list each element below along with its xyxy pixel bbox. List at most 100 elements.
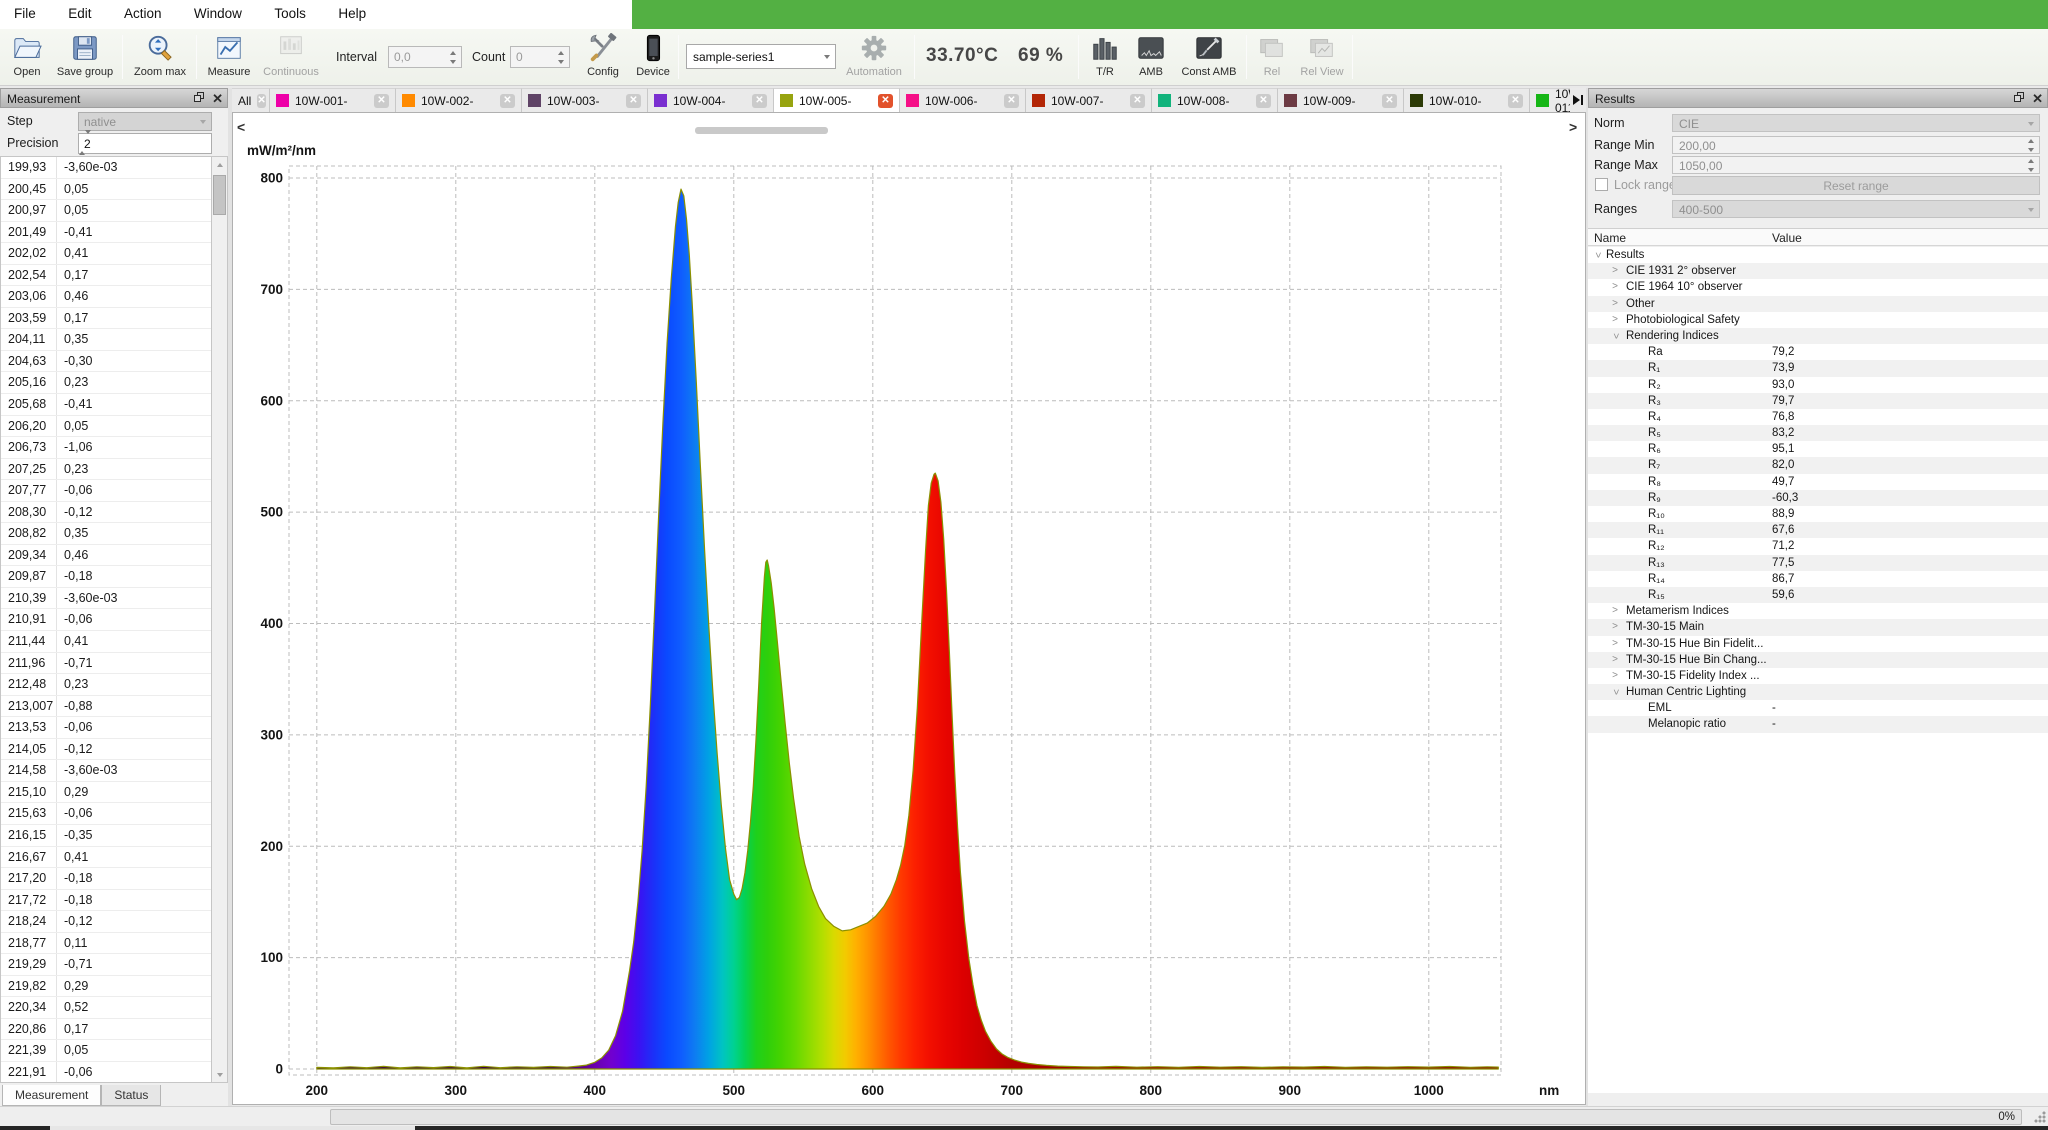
chevron-collapsed-icon[interactable]: > [1610,263,1620,279]
tab-10w-009[interactable]: 10W-009-✕ [1278,88,1404,112]
tab-close-icon[interactable]: ✕ [257,94,265,108]
scroll-down-icon[interactable] [212,1067,227,1082]
table-row[interactable]: 221,390,05 [1,1040,211,1062]
table-row[interactable]: 220,340,52 [1,997,211,1019]
table-row[interactable]: 214,05-0,12 [1,739,211,761]
chart-scrollbar-thumb[interactable] [695,127,828,134]
measure-button[interactable]: Measure [202,32,256,78]
table-row[interactable]: 217,72-0,18 [1,890,211,912]
tree-row[interactable]: R₁₀88,9 [1588,506,2048,522]
chart-scroll-left-icon[interactable]: < [237,119,251,137]
chevron-collapsed-icon[interactable]: > [1610,603,1620,619]
chevron-collapsed-icon[interactable]: > [1610,619,1620,635]
tr-mode-button[interactable]: T/R [1084,32,1126,78]
table-row[interactable]: 205,68-0,41 [1,394,211,416]
menu-help[interactable]: Help [324,0,380,21]
interval-input[interactable]: 0,0 [388,46,462,68]
range-max-spinner[interactable] [2025,157,2037,174]
count-spinner[interactable] [555,49,567,66]
open-button[interactable]: Open [4,32,50,78]
chevron-collapsed-icon[interactable]: > [1610,636,1620,652]
chevron-collapsed-icon[interactable]: > [1610,312,1620,328]
tab-measurement[interactable]: Measurement [2,1085,101,1106]
tree-row[interactable]: >CIE 1931 2° observer [1588,263,2048,279]
table-row[interactable]: 219,29-0,71 [1,954,211,976]
float-panel-icon[interactable] [194,92,205,106]
value-column-header[interactable]: Value [1772,231,1802,245]
tree-row[interactable]: R₄76,8 [1588,409,2048,425]
range-min-input[interactable]: 200,00 [1672,136,2040,154]
interval-spinner[interactable] [447,49,459,66]
config-button[interactable]: Config [578,32,628,78]
tab-overflow-arrow-icon[interactable] [1570,88,1586,112]
tab-close-icon[interactable]: ✕ [626,94,641,108]
tab-10w-010[interactable]: 10W-010-✕ [1404,88,1530,112]
tree-row[interactable]: R₁₄86,7 [1588,571,2048,587]
tab-close-icon[interactable]: ✕ [878,94,893,108]
tab-10w-001[interactable]: 10W-001-✕ [270,88,396,112]
menu-tools[interactable]: Tools [260,0,320,21]
table-row[interactable]: 215,100,29 [1,782,211,804]
tab-close-icon[interactable]: ✕ [1382,94,1397,108]
table-row[interactable]: 207,250,23 [1,459,211,481]
series-select[interactable]: sample-series1 [686,44,836,69]
tree-row[interactable]: >CIE 1964 10° observer [1588,279,2048,295]
scroll-up-icon[interactable] [212,157,227,172]
tree-row[interactable]: R₂93,0 [1588,377,2048,393]
table-row[interactable]: 199,93-3,60e-03 [1,157,211,179]
amb-button[interactable]: AMB [1128,32,1174,78]
table-row[interactable]: 206,200,05 [1,416,211,438]
tab-10w-002[interactable]: 10W-002-✕ [396,88,522,112]
table-row[interactable]: 211,440,41 [1,631,211,653]
tree-row[interactable]: R₁73,9 [1588,360,2048,376]
tab-10w-007[interactable]: 10W-007-✕ [1026,88,1152,112]
tab-10w-004[interactable]: 10W-004-✕ [648,88,774,112]
table-row[interactable]: 208,30-0,12 [1,502,211,524]
chevron-expanded-icon[interactable]: > [1589,250,1605,260]
tab-close-icon[interactable]: ✕ [1256,94,1271,108]
tree-row[interactable]: >TM-30-15 Hue Bin Chang... [1588,652,2048,668]
spd-plot[interactable]: 0100200300400500600700800200300400500600… [233,113,1585,1104]
table-row[interactable]: 218,24-0,12 [1,911,211,933]
table-row[interactable]: 209,340,46 [1,545,211,567]
tree-row[interactable]: >Other [1588,296,2048,312]
tree-row[interactable]: >Metamerism Indices [1588,603,2048,619]
tree-row[interactable]: R₃79,7 [1588,393,2048,409]
chevron-expanded-icon[interactable]: > [1607,331,1623,341]
table-row[interactable]: 205,160,23 [1,372,211,394]
tree-row[interactable]: R₉-60,3 [1588,490,2048,506]
menu-action[interactable]: Action [110,0,176,21]
table-row[interactable]: 202,020,41 [1,243,211,265]
tree-row[interactable]: >TM-30-15 Main [1588,619,2048,635]
tree-row[interactable]: R₇82,0 [1588,457,2048,473]
close-panel-icon[interactable]: ✕ [212,93,223,105]
table-row[interactable]: 202,540,17 [1,265,211,287]
zoom-max-button[interactable]: Zoom max [128,32,192,78]
table-row[interactable]: 200,970,05 [1,200,211,222]
tab-close-icon[interactable]: ✕ [374,94,389,108]
tree-row[interactable]: >TM-30-15 Fidelity Index ... [1588,668,2048,684]
table-row[interactable]: 203,590,17 [1,308,211,330]
tab-10w-005[interactable]: 10W-005-✕ [774,88,900,112]
tree-row[interactable]: R₁₃77,5 [1588,555,2048,571]
chart-scroll-right-icon[interactable]: > [1569,119,1583,137]
table-row[interactable]: 209,87-0,18 [1,566,211,588]
float-panel-icon[interactable] [2014,92,2025,106]
table-row[interactable]: 220,860,17 [1,1019,211,1041]
tree-row[interactable]: >Results [1588,247,2048,263]
table-row[interactable]: 218,770,11 [1,933,211,955]
tree-row[interactable]: Ra79,2 [1588,344,2048,360]
table-row[interactable]: 216,670,41 [1,847,211,869]
tab-close-icon[interactable]: ✕ [1130,94,1145,108]
range-max-input[interactable]: 1050,00 [1672,156,2040,174]
tree-row[interactable]: R₁₁67,6 [1588,522,2048,538]
chevron-collapsed-icon[interactable]: > [1610,652,1620,668]
table-row[interactable]: 212,480,23 [1,674,211,696]
count-input[interactable]: 0 [510,46,570,68]
tree-row[interactable]: EML- [1588,700,2048,716]
table-row[interactable]: 208,820,35 [1,523,211,545]
tree-row[interactable]: Melanopic ratio- [1588,716,2048,732]
table-row[interactable]: 213,007-0,88 [1,696,211,718]
measurement-scrollbar[interactable] [211,156,228,1083]
tab-close-icon[interactable]: ✕ [500,94,515,108]
